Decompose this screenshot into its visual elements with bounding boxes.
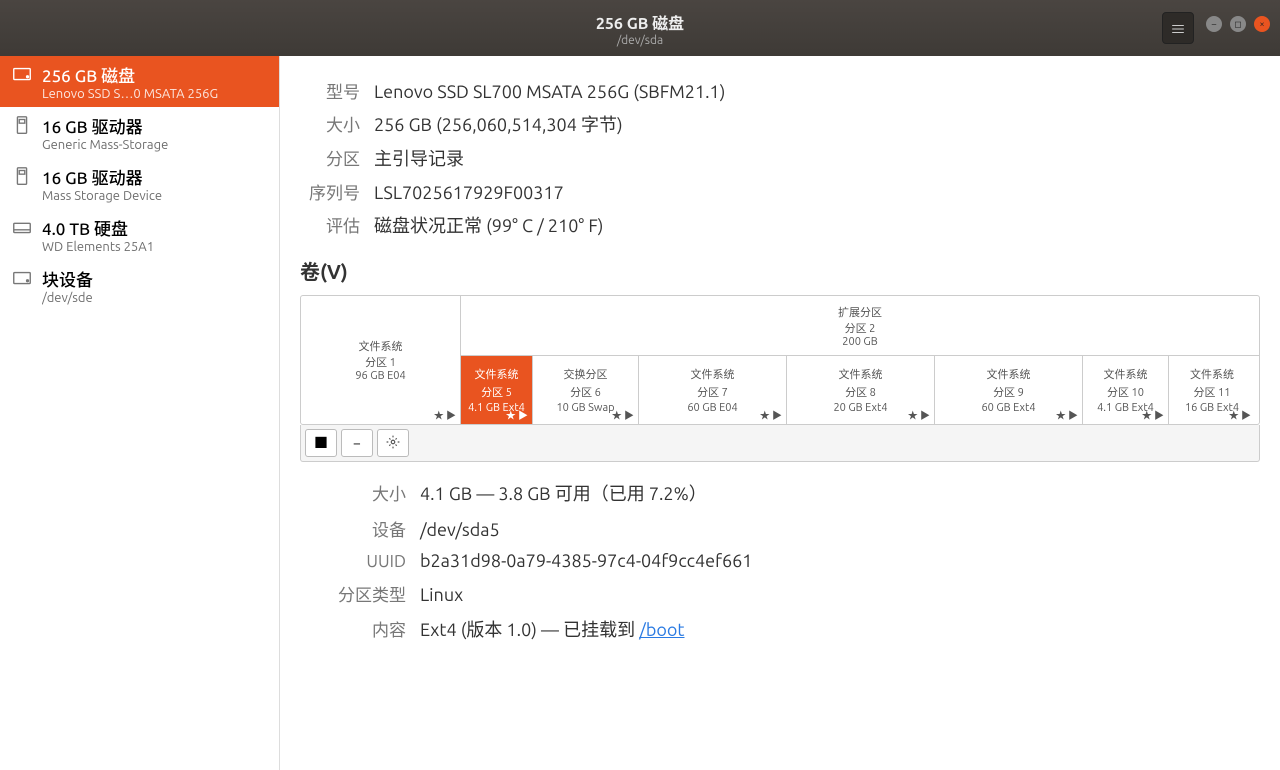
mount-link[interactable]: /boot [639,620,684,640]
size-label: 大小 [300,111,360,136]
drive-icon [8,215,36,239]
window-title: 256 GB 磁盘 [596,10,684,34]
stop-icon: ■ [314,433,328,453]
drive-icon [8,62,36,86]
device-subtitle: Mass Storage Device [42,189,271,203]
volume-actions: ■ − [300,425,1260,462]
drive-icon [8,113,36,137]
ptype-label: 分区类型 [300,581,406,606]
device-title: 256 GB 磁盘 [42,62,271,87]
serial-label: 序列号 [300,179,360,204]
parttable-label: 分区 [300,145,360,170]
psize-value: 4.1 GB — 3.8 GB 可用（已用 7.2%） [420,480,707,506]
minus-icon: − [353,435,361,451]
maximize-button[interactable]: ◻ [1230,16,1246,32]
device-title: 块设备 [42,266,271,291]
assessment-label: 评估 [300,212,360,237]
hamburger-menu-button[interactable]: ≡ [1162,12,1194,44]
device-sidebar: 256 GB 磁盘Lenovo SSD S…0 MSATA 256G16 GB … [0,56,280,770]
stop-button[interactable]: ■ [305,429,337,457]
drive-icon [8,164,36,188]
content-pane: 型号 Lenovo SSD SL700 MSATA 256G (SBFM21.1)… [280,56,1280,770]
logical-partition-11[interactable]: 文件系统分区 1116 GB Ext4★ ▶ [1169,356,1255,424]
device-subtitle: Generic Mass-Storage [42,138,271,152]
partition-1[interactable]: 文件系统 分区 1 96 GB E04 ★ ▶ [301,296,461,424]
device-item-0[interactable]: 256 GB 磁盘Lenovo SSD S…0 MSATA 256G [0,56,279,107]
extended-partition: 扩展分区 分区 2 200 GB 文件系统分区 54.1 GB Ext4★ ▶交… [461,296,1259,424]
puuid-label: UUID [300,552,406,571]
device-title: 16 GB 驱动器 [42,113,271,138]
extended-header[interactable]: 扩展分区 分区 2 200 GB [461,296,1259,356]
model-label: 型号 [300,78,360,103]
window-controls: – ◻ × [1206,16,1270,32]
serial-value: LSL7025617929F00317 [374,183,564,203]
drive-icon [8,266,36,290]
star-play-icon: ★ ▶ [1056,407,1078,422]
star-play-icon: ★ ▶ [1142,407,1164,422]
pdevice-value: /dev/sda5 [420,520,500,540]
device-subtitle: WD Elements 25A1 [42,240,271,254]
assessment-value: 磁盘状况正常 (99° C / 210° F) [374,212,603,238]
more-options-button[interactable] [377,429,409,457]
device-item-1[interactable]: 16 GB 驱动器Generic Mass-Storage [0,107,279,158]
volume-map: 文件系统 分区 1 96 GB E04 ★ ▶ 扩展分区 分区 2 200 GB… [300,295,1260,425]
star-play-icon: ★ ▶ [1229,407,1251,422]
logical-partition-5[interactable]: 文件系统分区 54.1 GB Ext4★ ▶ [461,356,533,424]
logical-partition-8[interactable]: 文件系统分区 820 GB Ext4★ ▶ [787,356,935,424]
device-item-2[interactable]: 16 GB 驱动器Mass Storage Device [0,158,279,209]
device-subtitle: /dev/sde [42,291,271,305]
partition-details: 大小 4.1 GB — 3.8 GB 可用（已用 7.2%） 设备/dev/sda… [300,480,1260,642]
device-title: 4.0 TB 硬盘 [42,215,271,240]
star-play-icon: ★ ▶ [908,407,930,422]
gear-icon [386,435,400,452]
device-subtitle: Lenovo SSD S…0 MSATA 256G [42,87,271,101]
psize-label: 大小 [300,480,406,505]
hamburger-icon: ≡ [1170,16,1186,40]
size-value: 256 GB (256,060,514,304 字节) [374,111,623,137]
model-value: Lenovo SSD SL700 MSATA 256G (SBFM21.1) [374,82,725,102]
star-play-icon: ★ ▶ [434,407,456,422]
device-title: 16 GB 驱动器 [42,164,271,189]
logical-partition-10[interactable]: 文件系统分区 104.1 GB Ext4★ ▶ [1083,356,1169,424]
star-play-icon: ★ ▶ [760,407,782,422]
puuid-value: b2a31d98-0a79-4385-97c4-04f9cc4ef661 [420,551,752,571]
logical-partition-7[interactable]: 文件系统分区 760 GB E04★ ▶ [639,356,787,424]
titlebar: 256 GB 磁盘 /dev/sda ≡ – ◻ × [0,0,1280,56]
remove-button[interactable]: − [341,429,373,457]
star-play-icon: ★ ▶ [612,407,634,422]
pdevice-label: 设备 [300,516,406,541]
device-item-3[interactable]: 4.0 TB 硬盘WD Elements 25A1 [0,209,279,260]
minimize-button[interactable]: – [1206,16,1222,32]
volumes-heading: 卷(V) [300,256,1260,285]
ptype-value: Linux [420,585,463,605]
parttable-value: 主引导记录 [374,145,464,171]
logical-partition-6[interactable]: 交换分区分区 610 GB Swap★ ▶ [533,356,639,424]
logical-partitions-row: 文件系统分区 54.1 GB Ext4★ ▶交换分区分区 610 GB Swap… [461,356,1259,424]
pcontent-label: 内容 [300,616,406,641]
pcontent-value: Ext4 (版本 1.0) — 已挂载到 /boot [420,616,685,642]
logical-partition-9[interactable]: 文件系统分区 960 GB Ext4★ ▶ [935,356,1083,424]
device-item-4[interactable]: 块设备/dev/sde [0,260,279,311]
close-button[interactable]: × [1254,16,1270,32]
window-subtitle: /dev/sda [617,34,663,47]
star-play-icon: ★ ▶ [506,407,528,422]
